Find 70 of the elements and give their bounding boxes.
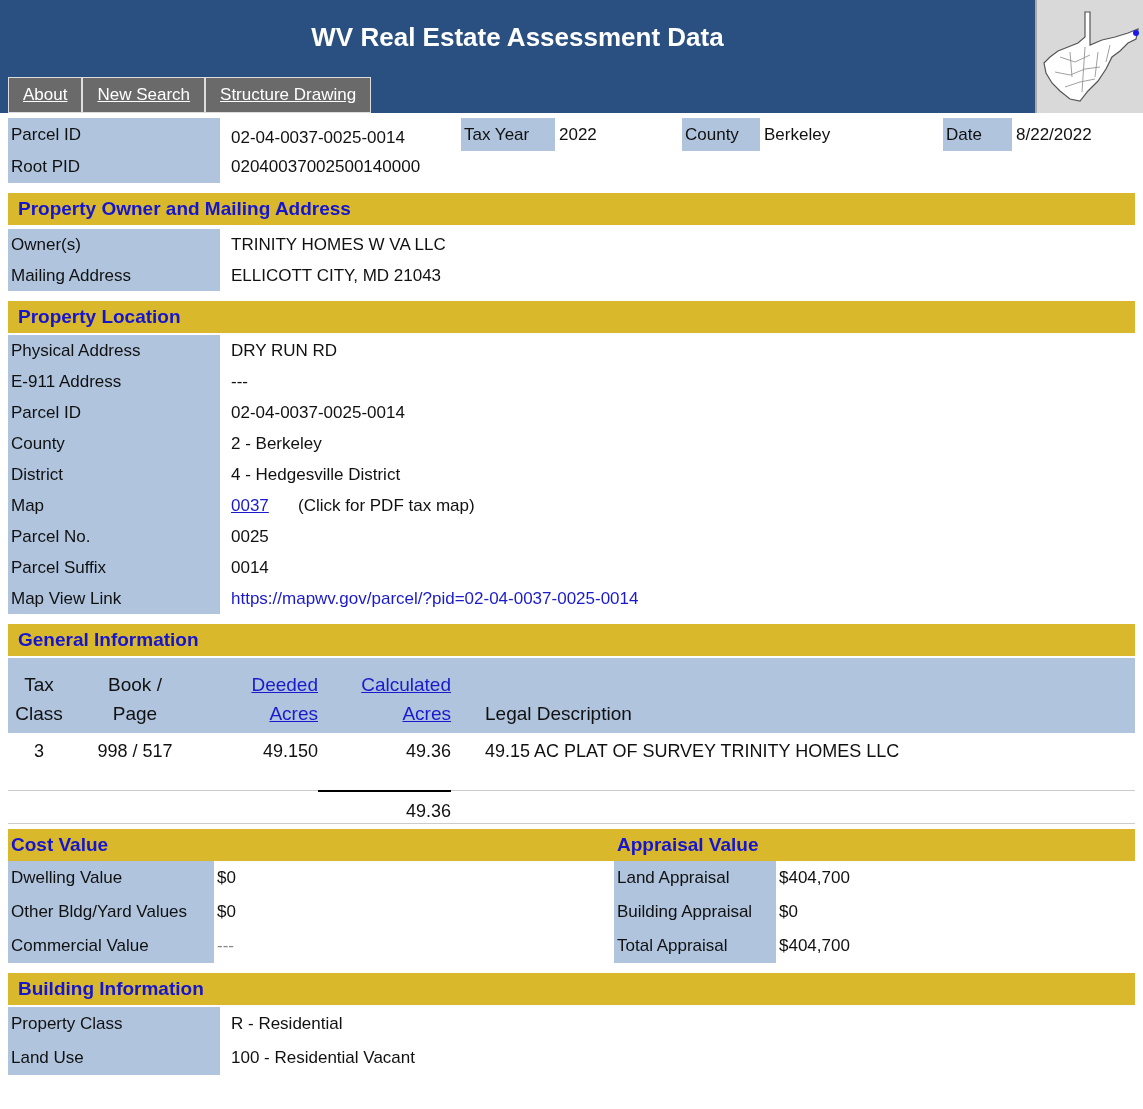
- field-label: Mailing Address: [8, 260, 220, 291]
- field-label: Total Appraisal: [614, 929, 776, 963]
- field-label: District: [8, 459, 220, 490]
- column-header: Book / Page: [107, 673, 163, 726]
- column-header-link[interactable]: Calculated Acres: [318, 670, 451, 728]
- field-value: ---: [231, 370, 248, 393]
- map-note: (Click for PDF tax map): [298, 494, 475, 517]
- field-label: E-911 Address: [8, 366, 220, 397]
- field-label: Commercial Value: [8, 929, 214, 963]
- column-header-link[interactable]: Deeded Acres: [200, 670, 318, 728]
- field-value: $404,700: [779, 935, 850, 958]
- field-value: $404,700: [779, 867, 850, 890]
- field-value: TRINITY HOMES W VA LLC: [231, 233, 446, 256]
- column-header: Legal Description: [484, 702, 632, 726]
- field-value: 02-04-0037-0025-0014: [231, 401, 405, 424]
- field-label: Land Appraisal: [614, 861, 776, 895]
- field-value: Berkeley: [764, 124, 831, 144]
- table-cell-text: 49.150: [261, 739, 318, 763]
- table-cell-text: 3: [33, 739, 45, 763]
- field-value: 02040037002500140000: [231, 156, 421, 179]
- field-label: Parcel Suffix: [8, 552, 220, 583]
- field-value: $0: [779, 901, 798, 924]
- column-header: Tax Class: [14, 673, 64, 726]
- field-label: Owner(s): [8, 229, 220, 260]
- field-label: Parcel ID: [8, 397, 220, 428]
- field-value: 2022: [559, 124, 597, 144]
- field-value: ELLICOTT CITY, MD 21043: [231, 264, 442, 287]
- field-value: 2 - Berkeley: [231, 432, 322, 455]
- field-label: Parcel ID: [8, 118, 220, 151]
- nav-tab[interactable]: About: [8, 77, 83, 113]
- table-cell-text: 998 / 517: [96, 739, 174, 763]
- section-title: General Information: [18, 627, 199, 652]
- field-value: 02-04-0037-0025-0014: [231, 127, 405, 147]
- total-acres: 49.36: [318, 790, 451, 823]
- field-value: 100 - Residential Vacant: [231, 1047, 415, 1070]
- table-cell-text: 49.36: [404, 739, 451, 763]
- field-value: DRY RUN RD: [231, 339, 338, 362]
- section-title: Cost Value: [11, 832, 109, 857]
- section-title: Building Information: [18, 976, 204, 1001]
- field-value: 4 - Hedgesville District: [231, 463, 401, 486]
- field-value: 0014: [231, 556, 269, 579]
- page-title: WV Real Estate Assessment Data: [311, 21, 724, 54]
- field-value: $0: [217, 901, 236, 924]
- field-value: R - Residential: [231, 1013, 343, 1036]
- field-value: ---: [217, 935, 234, 958]
- tax-map-link[interactable]: 0037: [231, 492, 298, 519]
- field-label: Parcel No.: [8, 521, 220, 552]
- field-value: 0025: [231, 525, 269, 548]
- field-value: $0: [217, 867, 236, 890]
- table-cell-text: 49.15 AC PLAT OF SURVEY TRINITY HOMES LLC: [484, 739, 900, 763]
- map-view-link[interactable]: https://mapwv.gov/parcel/?pid=02-04-0037-0025-0014: [231, 585, 639, 612]
- field-label: Land Use: [8, 1041, 220, 1075]
- field-value: 8/22/2022: [1016, 124, 1092, 144]
- section-title: Appraisal Value: [617, 832, 759, 857]
- field-label: Tax Year: [461, 118, 555, 151]
- field-label: County: [8, 428, 220, 459]
- field-label: Dwelling Value: [8, 861, 214, 895]
- section-title: Property Owner and Mailing Address: [18, 196, 351, 221]
- field-label: Physical Address: [8, 335, 220, 366]
- section-title: Property Location: [18, 304, 181, 329]
- nav-tab[interactable]: Structure Drawing: [205, 77, 372, 113]
- field-label: Building Appraisal: [614, 895, 776, 929]
- nav-tab[interactable]: New Search: [82, 77, 206, 113]
- field-label: Root PID: [8, 151, 220, 183]
- field-label: Other Bldg/Yard Values: [8, 895, 214, 929]
- field-label: Property Class: [8, 1007, 220, 1041]
- field-label: Map: [8, 490, 220, 521]
- field-label: Date: [943, 118, 1012, 151]
- field-label: County: [682, 118, 760, 151]
- field-label: Map View Link: [8, 583, 220, 614]
